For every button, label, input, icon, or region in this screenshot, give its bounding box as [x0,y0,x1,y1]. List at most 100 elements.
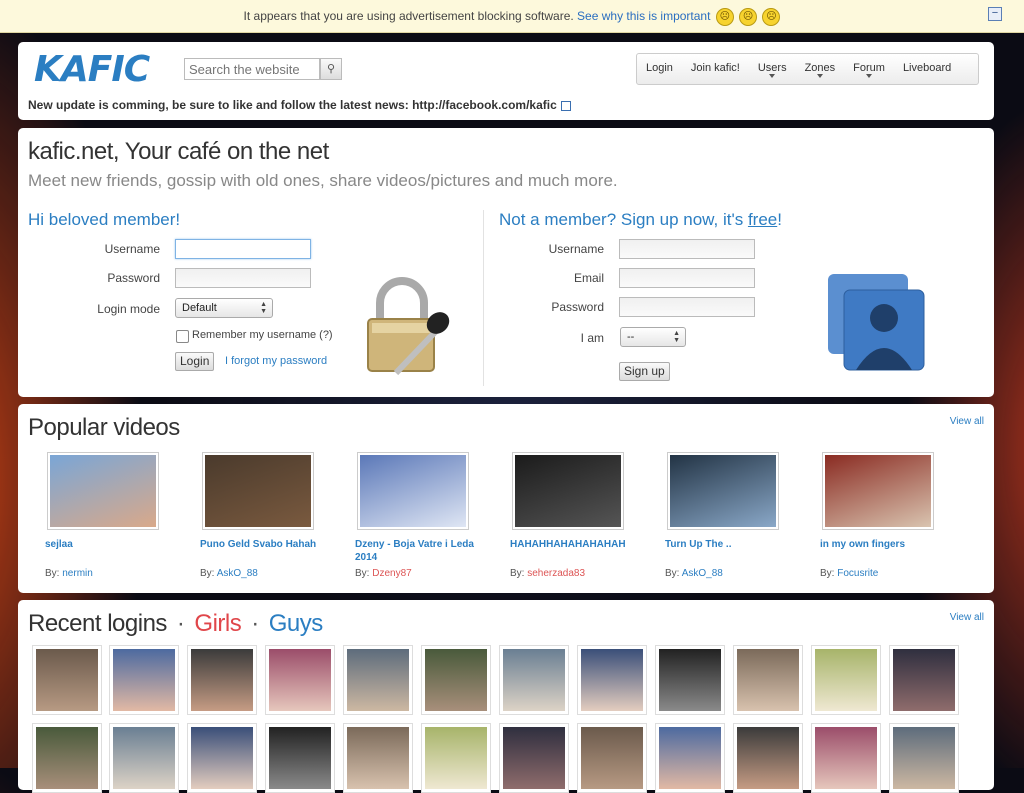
user-avatar[interactable] [655,723,725,793]
user-avatar[interactable] [499,723,569,793]
site-header: KAFIC ⚲ Login Join kafic! Users Zones Fo… [18,42,994,120]
video-thumbnail[interactable] [667,452,779,530]
login-button[interactable]: Login [175,352,215,371]
search-input[interactable] [184,58,320,80]
login-heading: Hi beloved member! [28,210,181,229]
recent-logins-panel: Recent logins · Girls · Guys View all [18,600,994,793]
user-avatar[interactable] [109,723,179,793]
video-author: By: Focusrite [820,568,879,579]
logins-heading: Recent logins · Girls · Guys [28,610,324,637]
video-author: By: AskO_88 [665,568,723,579]
logins-view-all-link[interactable]: View all [950,612,984,623]
chevron-down-icon [816,74,823,78]
notice-link[interactable]: See why this is important [577,9,710,23]
video-author: By: Dzeny87 [355,568,412,579]
user-avatar[interactable] [343,645,413,715]
free-link[interactable]: free [748,210,777,229]
user-avatar[interactable] [265,723,335,793]
signup-password-input[interactable] [619,297,755,317]
spinner-arrows-icon: ▲ ▼ [673,330,680,344]
video-thumbnail[interactable] [512,452,624,530]
remember-label: Remember my username (?) [192,329,333,341]
tab-guys[interactable]: Guys [269,610,324,637]
signup-password-label: Password [551,300,604,314]
nav-item-liveboard[interactable]: Liveboard [894,54,960,84]
signup-username-input[interactable] [619,239,755,259]
welcome-panel: kafic.net, Your café on the net Meet new… [18,128,994,397]
video-author-link[interactable]: seherzada83 [527,568,585,579]
signup-email-input[interactable] [619,268,755,288]
user-avatar[interactable] [577,723,647,793]
video-title[interactable]: Puno Geld Svabo Hahah [200,538,328,551]
page-subtitle: Meet new friends, gossip with old ones, … [28,171,618,190]
form-divider [483,210,484,386]
user-avatar[interactable] [889,645,959,715]
video-author-link[interactable]: Focusrite [837,568,878,579]
user-avatar[interactable] [32,723,102,793]
video-author-link[interactable]: AskO_88 [217,568,258,579]
nav-item-forum[interactable]: Forum [844,54,894,84]
user-avatar[interactable] [343,723,413,793]
forgot-password-link[interactable]: I forgot my password [225,355,327,367]
login-password-label: Password [107,271,160,285]
video-author: By: AskO_88 [200,568,258,579]
login-username-input[interactable] [175,239,311,259]
nav-item-join[interactable]: Join kafic! [682,54,749,84]
spinner-arrows-icon: ▲ ▼ [260,301,267,315]
user-avatar[interactable] [577,645,647,715]
remember-checkbox[interactable] [176,330,189,343]
user-avatar[interactable] [32,645,102,715]
user-avatar[interactable] [421,645,491,715]
video-author-link[interactable]: nermin [62,568,93,579]
user-avatar[interactable] [421,723,491,793]
video-author-link[interactable]: Dzeny87 [372,568,411,579]
user-avatar[interactable] [187,645,257,715]
video-title[interactable]: Dzeny - Boja Vatre i Leda 2014 [355,538,483,564]
page-title: kafic.net, Your café on the net [28,138,329,165]
sad-face-icon: ☹ [715,7,734,26]
nav-item-login[interactable]: Login [637,54,682,84]
login-username-label: Username [104,242,160,256]
user-avatar[interactable] [265,645,335,715]
videos-view-all-link[interactable]: View all [950,416,984,427]
signup-button[interactable]: Sign up [619,362,670,381]
video-thumbnail[interactable] [47,452,159,530]
nav-item-users[interactable]: Users [749,54,796,84]
video-thumbnail[interactable] [357,452,469,530]
user-avatar[interactable] [655,645,725,715]
search-button[interactable]: ⚲ [320,58,342,80]
video-thumbnail[interactable] [822,452,934,530]
login-mode-label: Login mode [97,302,160,316]
user-avatar[interactable] [109,645,179,715]
popular-videos-panel: Popular videos View all sejlaa By: nermin… [18,404,994,593]
videos-heading: Popular videos [28,414,180,441]
video-title[interactable]: in my own fingers [820,538,948,551]
user-avatar[interactable] [499,645,569,715]
video-title[interactable]: HAHAHHAHAHAHAHAH [510,538,638,551]
video-title[interactable]: sejlaa [45,538,173,551]
user-avatar[interactable] [187,723,257,793]
iam-select[interactable]: -- ▲ ▼ [620,327,686,347]
user-avatar[interactable] [733,645,803,715]
signup-username-label: Username [548,242,604,256]
video-author-link[interactable]: AskO_88 [682,568,723,579]
news-banner: New update is comming, be sure to like a… [28,98,571,112]
user-silhouette-icon [828,274,925,371]
login-mode-select[interactable]: Default ▲ ▼ [175,298,273,318]
video-author: By: nermin [45,568,93,579]
user-avatar[interactable] [811,723,881,793]
search-icon: ⚲ [326,63,336,75]
nav-item-zones[interactable]: Zones [796,54,845,84]
user-avatar[interactable] [811,645,881,715]
chevron-down-icon [866,74,873,78]
user-avatar[interactable] [733,723,803,793]
signup-email-label: Email [573,271,604,285]
angry-face-icon: ☹ [762,7,781,26]
tab-girls[interactable]: Girls [194,610,241,637]
video-title[interactable]: Turn Up The .. [665,538,793,551]
video-thumbnail[interactable] [202,452,314,530]
login-password-input[interactable] [175,268,311,288]
collapse-icon[interactable]: − [988,7,1002,21]
site-logo[interactable]: KAFIC [34,52,158,88]
user-avatar[interactable] [889,723,959,793]
